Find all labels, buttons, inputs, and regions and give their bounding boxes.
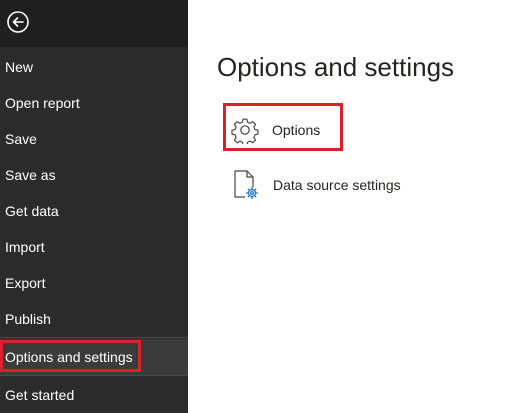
- sidebar-item-label: Save: [5, 131, 37, 147]
- sidebar-item-save-as[interactable]: Save as: [0, 157, 188, 193]
- sidebar-item-label: Publish: [5, 311, 51, 327]
- back-button[interactable]: [6, 10, 30, 34]
- sidebar-item-label: New: [5, 59, 34, 75]
- data-source-settings-label: Data source settings: [273, 177, 401, 193]
- sidebar-item-get-data[interactable]: Get data: [0, 193, 188, 229]
- sidebar-item-label: Import: [5, 239, 45, 255]
- sidebar-divider: [0, 337, 188, 338]
- sidebar-item-save[interactable]: Save: [0, 121, 188, 157]
- data-source-settings-button[interactable]: Data source settings: [233, 169, 401, 201]
- document-gear-icon: [233, 169, 261, 201]
- sidebar-divider: [0, 375, 188, 376]
- sidebar-item-label: Export: [5, 275, 46, 291]
- page-title: Options and settings: [217, 52, 455, 82]
- sidebar-item-publish[interactable]: Publish: [0, 301, 188, 337]
- sidebar-item-get-started[interactable]: Get started: [0, 377, 188, 413]
- options-button[interactable]: Options: [231, 116, 320, 144]
- sidebar-item-label: Options and settings: [5, 349, 133, 365]
- sidebar-item-new[interactable]: New: [0, 49, 188, 85]
- sidebar-item-import[interactable]: Import: [0, 229, 188, 265]
- sidebar-item-label: Get data: [5, 203, 59, 219]
- sidebar-item-open-report[interactable]: Open report: [0, 85, 188, 121]
- sidebar-item-export[interactable]: Export: [0, 265, 188, 301]
- back-bar: [0, 0, 188, 47]
- file-menu-sidebar: New Open report Save Save as Get data Im…: [0, 0, 188, 413]
- sidebar-item-label: Get started: [5, 387, 75, 403]
- sidebar-item-label: Open report: [5, 95, 80, 111]
- sidebar-item-label: Save as: [5, 167, 56, 183]
- gear-icon: [231, 116, 259, 144]
- back-arrow-circle-icon: [7, 11, 29, 33]
- sidebar-item-options-and-settings[interactable]: Options and settings: [0, 339, 188, 375]
- options-label: Options: [272, 122, 321, 138]
